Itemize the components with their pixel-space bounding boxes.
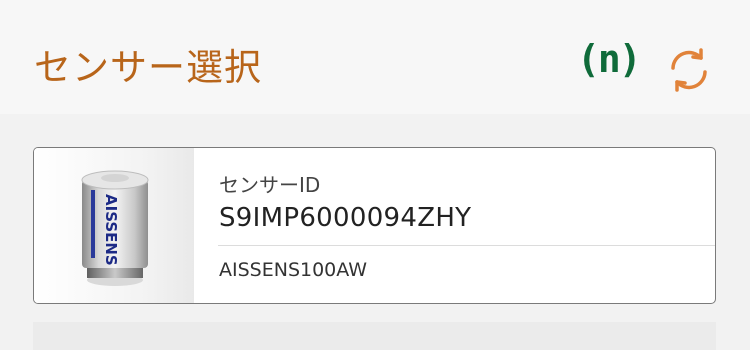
sensor-device-image: AISSENS	[34, 148, 194, 303]
sensor-model: AISSENS100AW	[219, 259, 368, 281]
sensor-id-value: S9IMP6000094ZHY	[219, 203, 472, 233]
header-bar: センサー選択 (n)	[0, 0, 750, 114]
list-background	[33, 322, 716, 350]
divider	[218, 245, 715, 246]
refresh-icon	[671, 48, 707, 92]
sensor-count-badge: (n)	[577, 37, 642, 81]
svg-text:AISSENS: AISSENS	[102, 194, 120, 266]
refresh-button[interactable]	[663, 44, 715, 96]
page-title: センサー選択	[34, 46, 262, 89]
sensor-id-label: センサーID	[219, 173, 321, 197]
sensor-list-item[interactable]: AISSENS センサーID S9IMP6000094ZHY AISSENS10…	[33, 147, 716, 304]
